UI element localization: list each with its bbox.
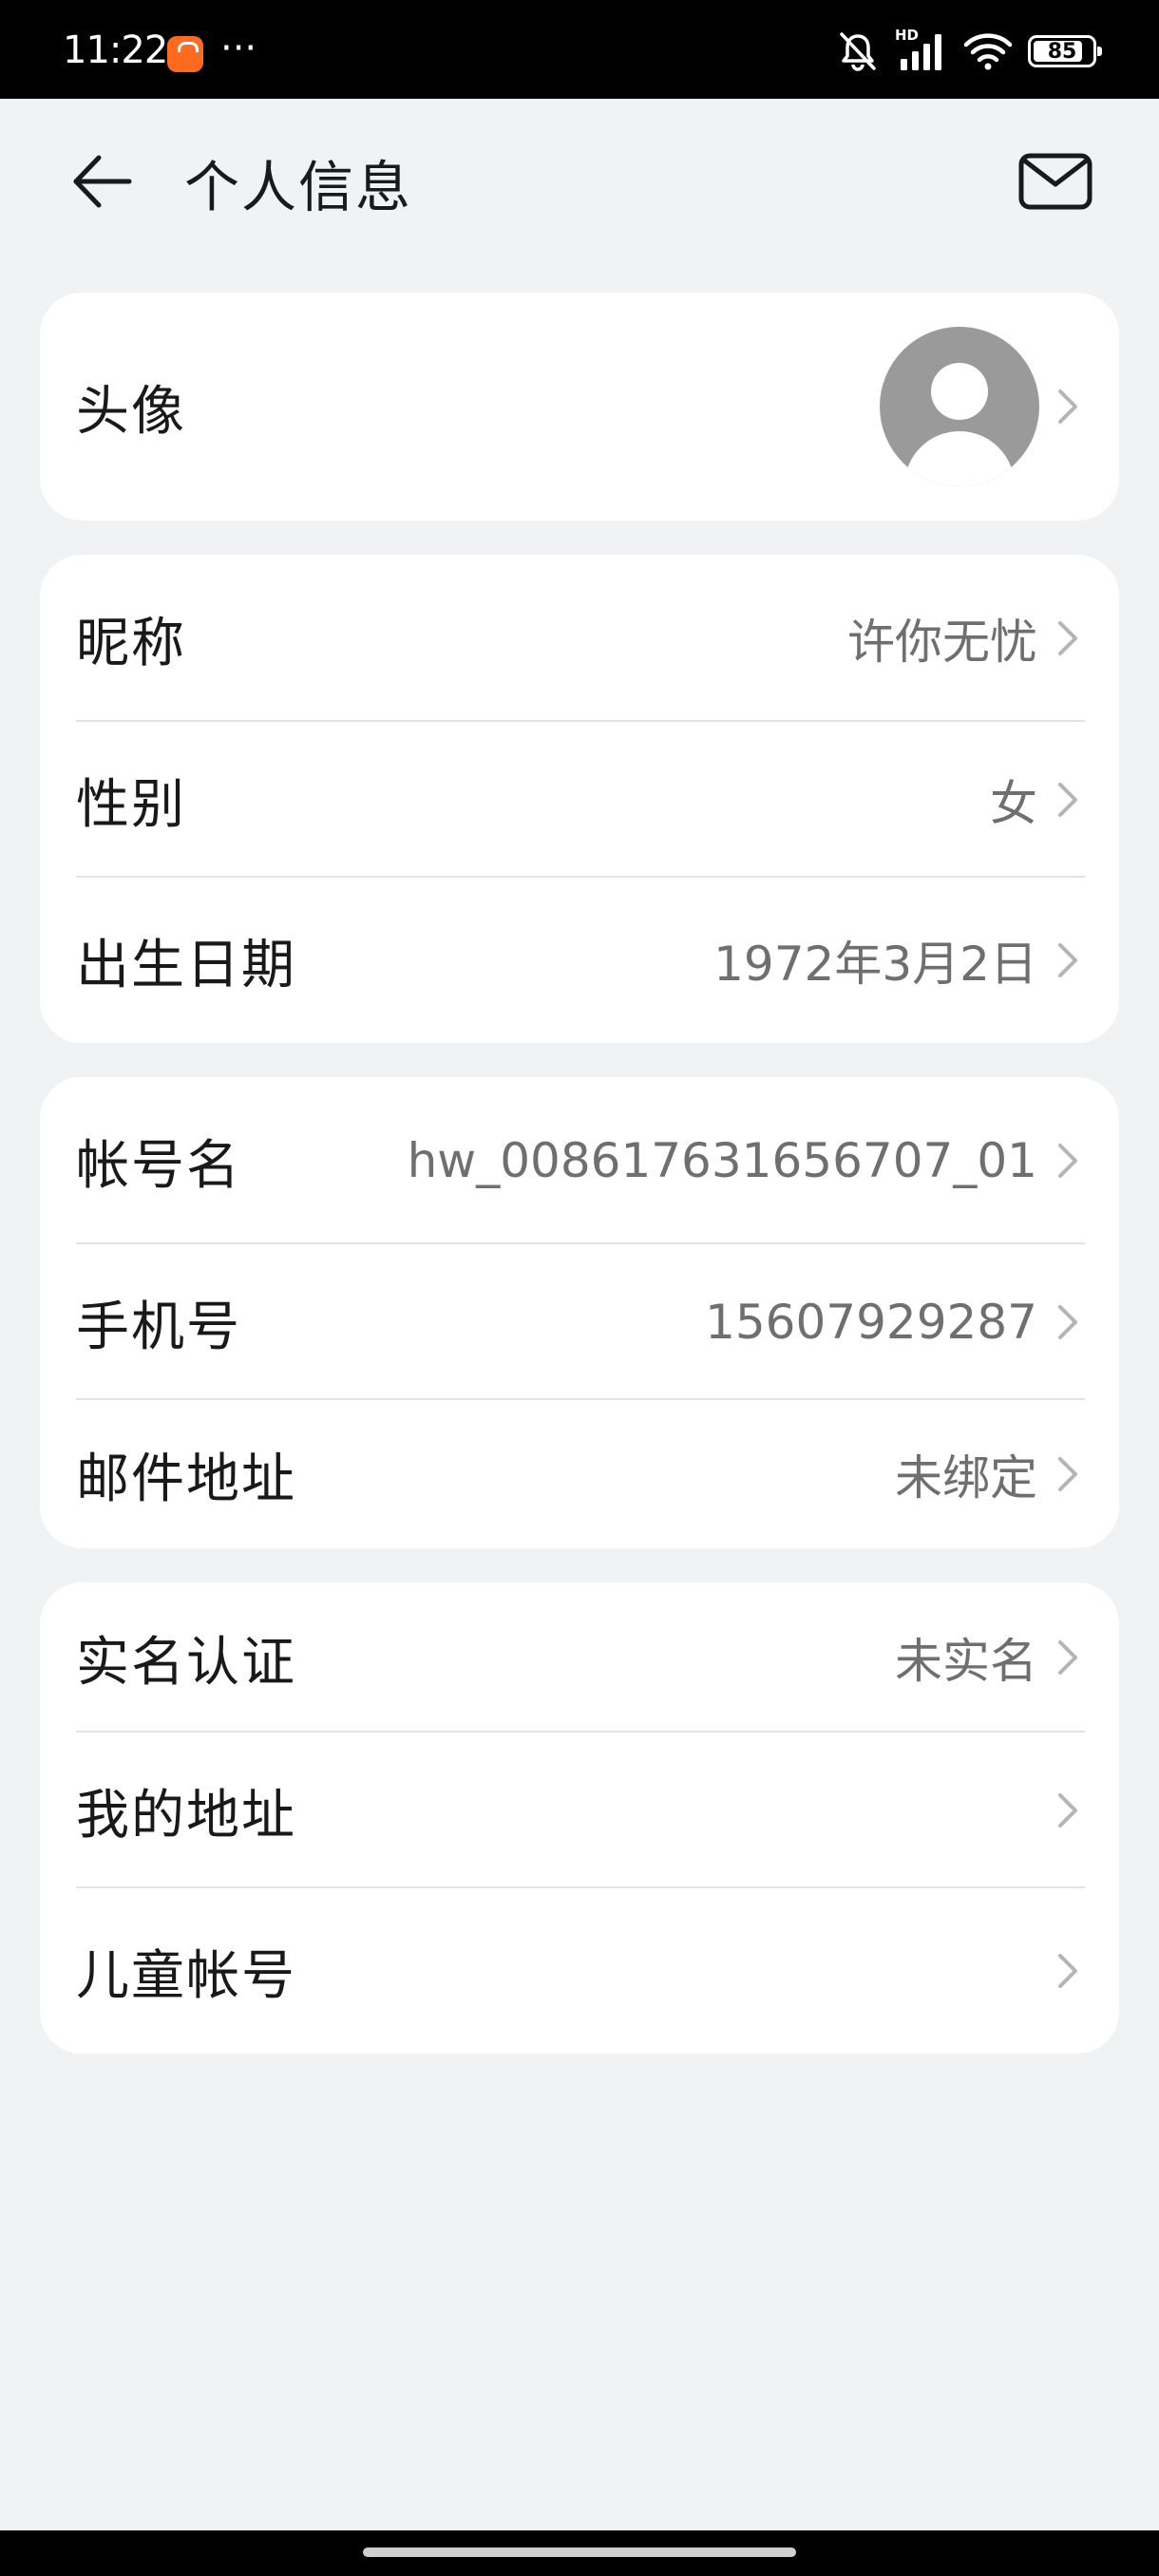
- other-card: 实名认证 未实名 我的地址 儿童帐号: [40, 1582, 1119, 2054]
- avatar-row[interactable]: 头像: [40, 293, 1119, 521]
- realname-label: 实名认证: [76, 1631, 296, 1694]
- phone-row[interactable]: 手机号 15607929287: [40, 1244, 1119, 1400]
- avatar-card: 头像: [40, 293, 1119, 521]
- battery-icon: 85: [1028, 35, 1102, 67]
- email-row[interactable]: 邮件地址 未绑定: [40, 1400, 1119, 1548]
- email-label: 邮件地址: [76, 1448, 296, 1510]
- chevron-right-icon: [1058, 943, 1077, 977]
- bell-muted-icon: [840, 32, 876, 71]
- gesture-bar: [0, 2530, 1159, 2576]
- chevron-right-icon: [1058, 1144, 1077, 1178]
- child-account-row[interactable]: 儿童帐号: [40, 1888, 1119, 2054]
- status-time: 11:22: [63, 28, 168, 72]
- chevron-right-icon: [1058, 783, 1077, 817]
- battery-level: 85: [1047, 39, 1077, 64]
- birthday-row[interactable]: 出生日期 1972年3月2日: [40, 878, 1119, 1043]
- email-value: 未绑定: [895, 1450, 1037, 1506]
- child-account-label: 儿童帐号: [76, 1944, 296, 2007]
- realname-row[interactable]: 实名认证 未实名: [40, 1582, 1119, 1733]
- status-bar: 11:22 ··· HD 85: [0, 0, 1159, 99]
- chevron-right-icon: [1058, 621, 1077, 655]
- account-card: 帐号名 hw_008617631656707_01 手机号 1560792928…: [40, 1077, 1119, 1548]
- phone-value: 15607929287: [705, 1295, 1037, 1350]
- account-name-value: hw_008617631656707_01: [407, 1133, 1037, 1188]
- app-bar: 个人信息: [0, 99, 1159, 258]
- chevron-right-icon: [1058, 1305, 1077, 1339]
- status-icons: HD 85: [836, 27, 1102, 72]
- avatar-head: [931, 363, 988, 420]
- chevron-right-icon: [1058, 1954, 1077, 1988]
- chevron-right-icon: [1058, 1640, 1077, 1675]
- chevron-right-icon: [1058, 1457, 1077, 1491]
- signal-icon: HD: [895, 27, 948, 72]
- birthday-value: 1972年3月2日: [713, 937, 1037, 992]
- more-notifications-icon: ···: [220, 27, 257, 70]
- account-name-row[interactable]: 帐号名 hw_008617631656707_01: [40, 1077, 1119, 1244]
- back-arrow-icon[interactable]: [66, 146, 137, 217]
- nickname-label: 昵称: [76, 612, 186, 674]
- nickname-row[interactable]: 昵称 许你无忧: [40, 555, 1119, 722]
- wifi-icon: [963, 33, 1013, 70]
- my-address-label: 我的地址: [76, 1784, 296, 1847]
- phone-label: 手机号: [76, 1296, 241, 1358]
- profile-card: 昵称 许你无忧 性别 女 出生日期 1972年3月2日: [40, 555, 1119, 1043]
- chevron-right-icon: [1058, 389, 1077, 424]
- avatar[interactable]: [880, 327, 1039, 486]
- gender-value: 女: [990, 776, 1037, 831]
- realname-value: 未实名: [895, 1634, 1037, 1689]
- mail-icon[interactable]: [1016, 146, 1094, 217]
- app-notification-icon: [167, 36, 203, 72]
- avatar-label: 头像: [76, 380, 186, 443]
- nickname-value: 许你无忧: [847, 615, 1037, 670]
- birthday-label: 出生日期: [76, 934, 296, 996]
- gender-label: 性别: [76, 773, 186, 836]
- gender-row[interactable]: 性别 女: [40, 722, 1119, 878]
- avatar-body: [904, 431, 1015, 486]
- home-indicator[interactable]: [363, 2548, 796, 2557]
- chevron-right-icon: [1058, 1793, 1077, 1828]
- page-title: 个人信息: [184, 155, 413, 219]
- account-name-label: 帐号名: [76, 1134, 241, 1197]
- my-address-row[interactable]: 我的地址: [40, 1733, 1119, 1888]
